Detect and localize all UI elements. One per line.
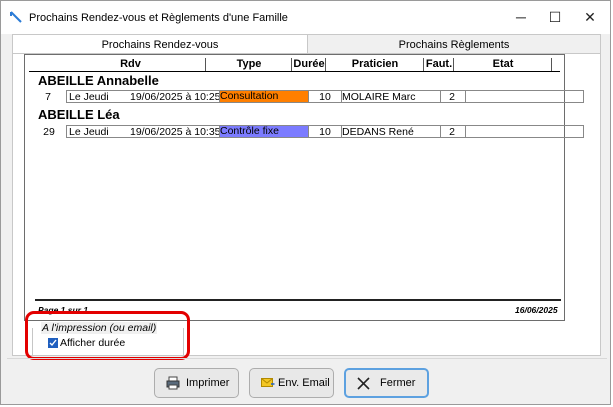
row-etat <box>466 126 576 139</box>
header-underline <box>29 71 560 72</box>
row-date: 19/06/2025 à 10:35 <box>130 126 220 138</box>
close-icon <box>357 377 370 390</box>
imprimer-button[interactable]: Imprimer <box>154 368 239 398</box>
table-row: Le Jeudi 19/06/2025 à 10:25 Consultation… <box>66 90 584 103</box>
report-preview: Rdv Type Durée Praticien Faut. Etat ABEI… <box>24 54 584 321</box>
fermer-label: Fermer <box>380 377 416 389</box>
tab-bar: Prochains Rendez-vous Prochains Règlemen… <box>12 34 601 54</box>
env-email-label: Env. Email <box>278 377 330 389</box>
group-name: ABEILLE Annabelle <box>38 73 159 88</box>
row-number: 7 <box>45 91 51 103</box>
bottom-separator <box>7 358 607 359</box>
column-header-rdv: Rdv <box>120 58 141 70</box>
main-window: Prochains Rendez-vous et Règlements d'un… <box>0 0 611 405</box>
row-day: Le Jeudi <box>69 91 109 103</box>
row-faut: 2 <box>449 126 455 138</box>
imprimer-label: Imprimer <box>186 377 230 389</box>
row-faut: 2 <box>449 91 455 103</box>
tab-prochains-rendez-vous[interactable]: Prochains Rendez-vous <box>12 34 308 54</box>
column-header-end <box>551 58 561 71</box>
env-email-button[interactable]: Env. Email <box>249 368 334 398</box>
table-row: Le Jeudi 19/06/2025 à 10:35 Contrôle fix… <box>66 125 584 138</box>
highlight-annotation <box>25 311 190 360</box>
column-header-faut: Faut. <box>423 58 454 71</box>
report-footer-line <box>35 299 561 301</box>
column-header-type: Type <box>205 58 292 71</box>
window-title: Prochains Rendez-vous et Règlements d'un… <box>29 12 288 24</box>
column-header-duree: Durée <box>291 58 326 71</box>
row-type: Contrôle fixe <box>220 126 308 137</box>
row-type: Consultation <box>220 91 308 102</box>
printer-icon <box>166 376 180 390</box>
group-name: ABEILLE Léa <box>38 107 120 122</box>
tab-prochains-reglements[interactable]: Prochains Règlements <box>308 34 601 54</box>
app-icon <box>10 11 22 23</box>
row-praticien: MOLAIRE Marc <box>342 91 416 103</box>
row-praticien: DEDANS René <box>342 126 414 138</box>
row-number: 29 <box>43 126 55 138</box>
report-date: 16/06/2025 <box>515 305 558 315</box>
close-window-button[interactable]: ✕ <box>567 1 613 34</box>
row-date: 19/06/2025 à 10:25 <box>130 91 220 103</box>
row-duree: 10 <box>319 126 331 138</box>
row-day: Le Jeudi <box>69 126 109 138</box>
fermer-button[interactable]: Fermer <box>344 368 429 398</box>
column-header-etat: Etat <box>453 58 552 71</box>
column-header-praticien: Praticien <box>325 58 424 71</box>
envelope-icon <box>261 378 275 387</box>
row-etat <box>466 91 576 104</box>
row-duree: 10 <box>319 91 331 103</box>
title-bar: Prochains Rendez-vous et Règlements d'un… <box>1 1 610 34</box>
